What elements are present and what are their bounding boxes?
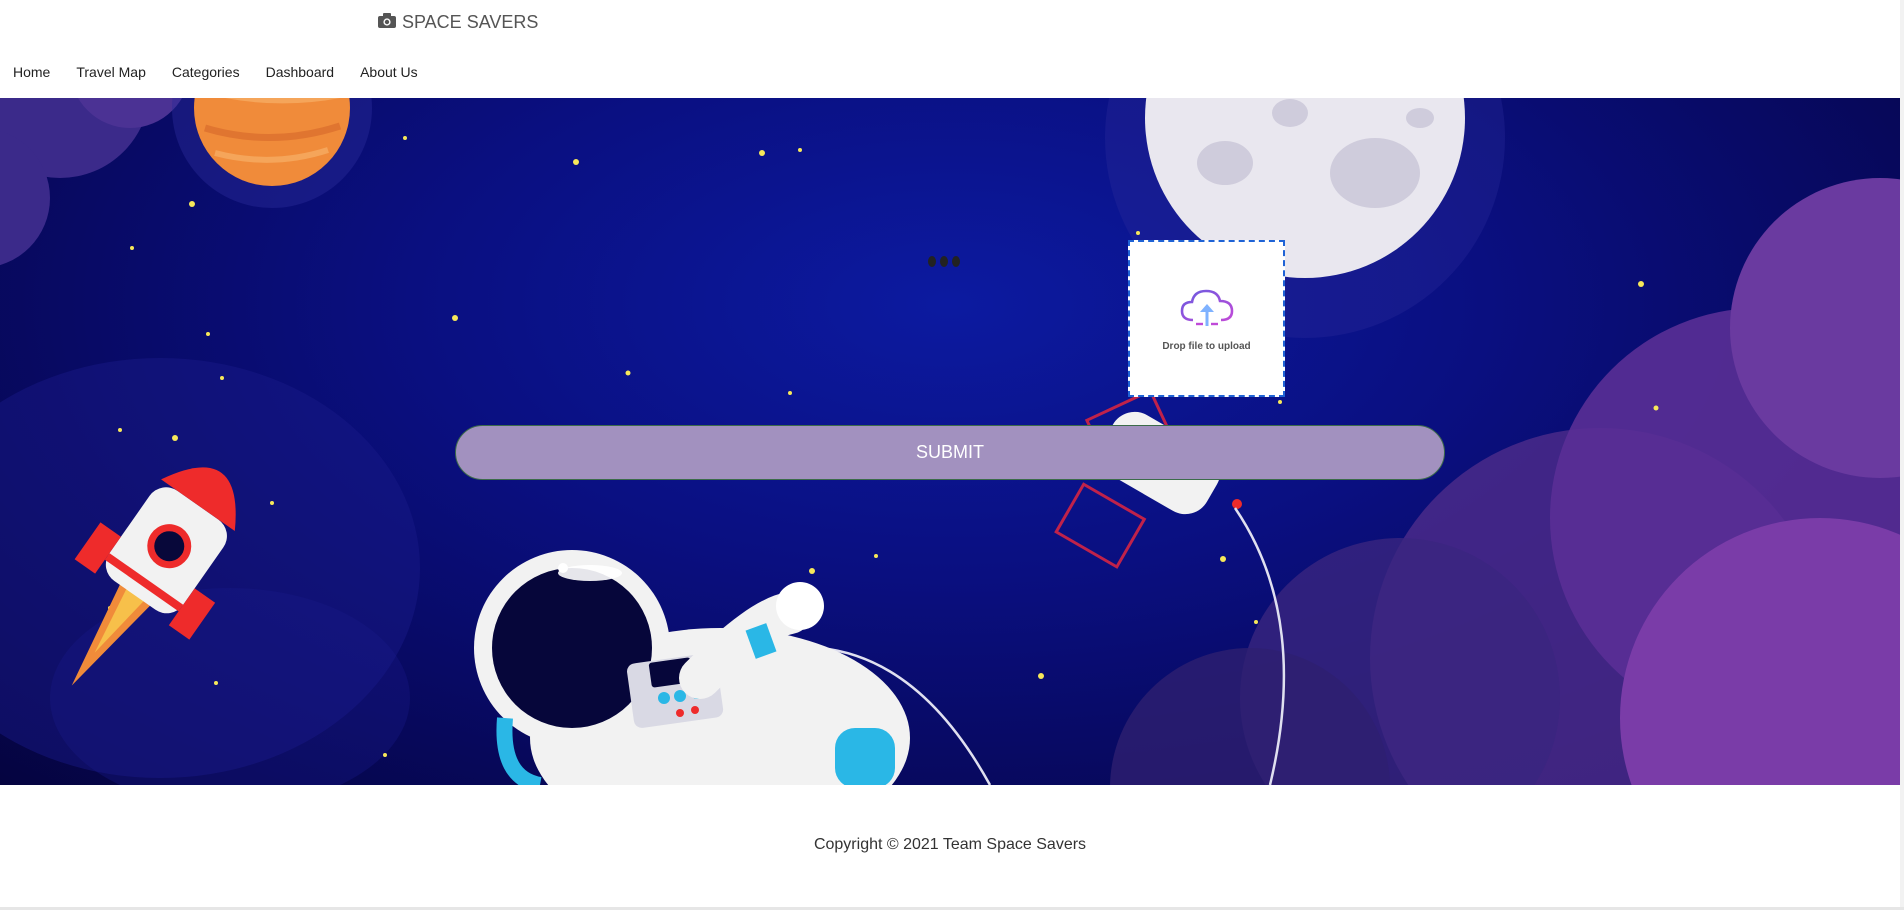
file-dropzone[interactable]: Drop file to upload [1128,240,1285,397]
nav-item-home[interactable]: Home [0,62,63,82]
camera-icon [378,12,396,33]
submit-button[interactable]: SUBMIT [455,425,1445,480]
loader-dot [952,256,960,267]
loader-dot [928,256,936,267]
nav-item-about-us[interactable]: About Us [347,62,431,82]
loader-dot [940,256,948,267]
cloud-upload-icon [1179,286,1235,335]
brand-title: SPACE SAVERS [402,12,539,32]
nav-item-categories[interactable]: Categories [159,62,253,82]
brand[interactable]: SPACE SAVERS [378,12,538,33]
nav-item-dashboard[interactable]: Dashboard [253,62,348,82]
dropzone-label: Drop file to upload [1162,340,1251,352]
astronaut-illustration [474,550,992,785]
scrollbar-track [1900,0,1904,910]
loading-indicator [928,256,960,267]
main-nav: Home Travel Map Categories Dashboard Abo… [0,62,431,82]
footer-copyright: Copyright © 2021 Team Space Savers [813,836,1087,853]
orange-planet [172,98,372,208]
nav-item-travel-map[interactable]: Travel Map [63,62,159,82]
